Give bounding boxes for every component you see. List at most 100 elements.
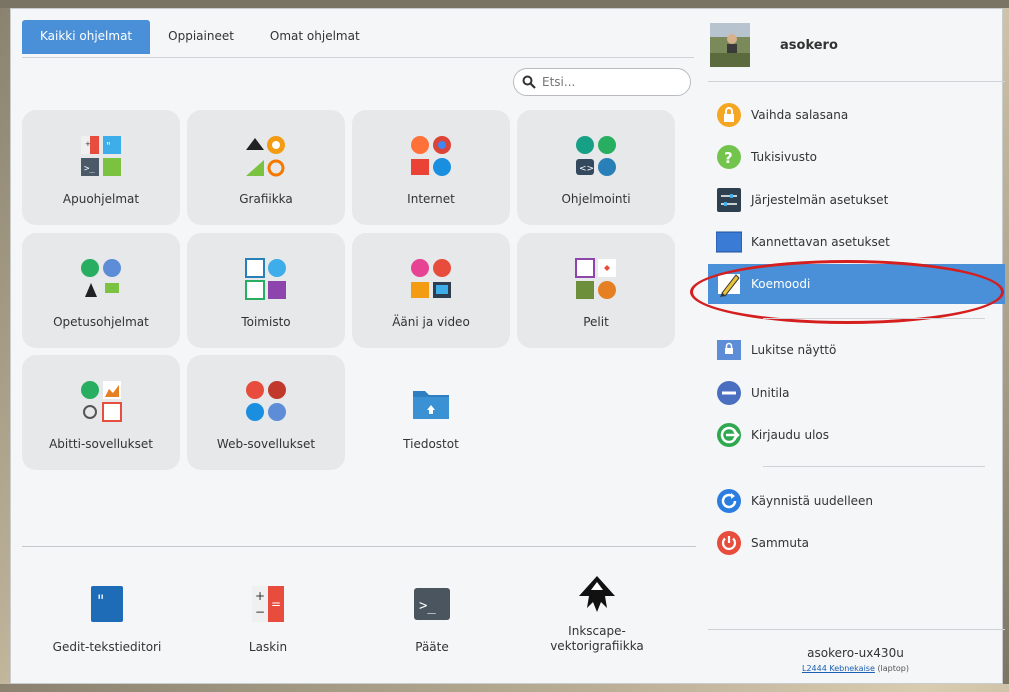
tab-subjects[interactable]: Oppiaineet [150,20,252,54]
favorite-gedit[interactable]: " Gedit-tekstieditori [32,582,182,692]
accessories-icon: + " >_ [81,136,121,176]
abitti-icon [81,381,122,422]
category-label: Grafiikka [239,192,293,206]
user-separator [708,81,1005,82]
category-label: Pelit [583,315,609,329]
office-icon [245,258,286,300]
action-sleep[interactable]: Unitila [708,373,1005,413]
tab-all-programs[interactable]: Kaikki ohjelmat [22,20,151,54]
action-label: Kannettavan asetukset [751,235,890,249]
svg-text:": " [106,141,111,152]
action-label: Koemoodi [751,277,811,291]
search-icon [522,75,536,89]
inkscape-icon [579,576,615,612]
category-tile-audio-video[interactable]: Ääni ja video [352,233,510,348]
category-label: Abitti-sovellukset [49,437,153,451]
category-tile-graphics[interactable]: Grafiikka [187,110,345,225]
svg-text:>_: >_ [84,164,95,174]
action-support-site[interactable]: ? Tukisivusto [708,137,1005,177]
favorite-inkscape[interactable]: Inkscape- vektorigrafiikka [522,572,672,682]
action-separator [763,466,985,467]
graphics-icon [246,136,285,177]
favorite-label: Gedit-tekstieditori [52,640,162,654]
favorite-label: Laskin [248,640,288,654]
games-icon [575,258,616,299]
search-box[interactable] [513,68,691,96]
category-tile-web-apps[interactable]: Web-sovellukset [187,355,345,470]
svg-text:>_: >_ [419,598,436,614]
gedit-icon: " [91,586,123,622]
action-separator [763,318,985,319]
desktop-top-strip [0,0,1009,8]
restart-icon [717,489,741,513]
category-label: Web-sovellukset [216,437,316,451]
favorites-divider [22,546,696,547]
lock-icon [717,103,741,127]
education-icon [81,259,121,297]
action-label: Unitila [751,386,790,400]
category-label: Ääni ja video [392,315,470,329]
programming-icon: <> [576,136,616,176]
action-exam-mode[interactable]: Koemoodi [708,264,1005,304]
category-tile-accessories[interactable]: + " >_ Apuohjelmat [22,110,180,225]
system-settings-icon [717,188,741,212]
host-name: asokero-ux430u [807,646,904,660]
action-system-settings[interactable]: Järjestelmän asetukset [708,180,1005,220]
action-log-out[interactable]: Kirjaudu ulos [708,415,1005,455]
svg-text:?: ? [724,149,733,167]
action-shutdown[interactable]: Sammuta [708,523,1005,563]
action-label: Käynnistä uudelleen [751,494,874,508]
host-link[interactable]: L2444 Kebnekaise [802,664,875,673]
category-tile-games[interactable]: Pelit [517,233,675,348]
category-tile-education[interactable]: Opetusohjelmat [22,233,180,348]
action-label: Järjestelmän asetukset [751,193,889,207]
favorite-terminal[interactable]: >_ Pääte [357,582,507,692]
svg-text:<>: <> [579,164,594,174]
action-change-password[interactable]: Vaihda salasana [708,95,1005,135]
host-type: (laptop) [877,664,909,673]
category-tile-abitti[interactable]: Abitti-sovellukset [22,355,180,470]
svg-text:=: = [271,597,281,611]
tab-own-programs[interactable]: Omat ohjelmat [252,20,378,54]
lock-screen-icon [717,340,741,360]
terminal-icon: >_ [414,588,450,620]
logout-icon [717,423,741,447]
action-label: Lukitse näyttö [751,343,837,357]
action-label: Kirjaudu ulos [751,428,829,442]
web-apps-icon [246,381,286,421]
folder-icon [413,391,449,419]
category-tile-files[interactable]: Tiedostot [352,355,510,470]
action-label: Sammuta [751,536,810,550]
svg-text:+: + [255,589,265,603]
svg-text:+: + [85,140,91,148]
category-label: Tiedostot [403,437,459,451]
shutdown-icon [717,531,741,555]
category-tile-programming[interactable]: <> Ohjelmointi [517,110,675,225]
avatar[interactable] [710,23,750,67]
audio-video-icon [411,259,451,298]
help-icon: ? [717,145,741,169]
favorite-label-line2: vektorigrafiikka [550,639,644,653]
favorite-label: Inkscape- vektorigrafiikka [550,624,644,654]
category-label: Internet [407,192,455,206]
svg-text:": " [97,591,104,610]
favorite-label: Pääte [415,640,449,654]
action-restart[interactable]: Käynnistä uudelleen [708,481,1005,521]
host-info: L2444 Kebnekaise (laptop) [708,664,1003,673]
internet-icon [411,136,451,176]
calculator-icon: + − = [252,586,284,622]
favorite-calculator[interactable]: + − = Laskin [193,582,343,692]
action-label: Tukisivusto [751,150,817,164]
search-input[interactable] [540,74,674,90]
category-label: Apuohjelmat [62,192,140,206]
action-lock-screen[interactable]: Lukitse näyttö [708,330,1005,370]
action-label: Vaihda salasana [751,108,849,122]
exam-mode-icon [718,274,740,297]
action-laptop-settings[interactable]: Kannettavan asetukset [708,222,1005,262]
laptop-settings-icon [716,231,742,253]
category-tile-internet[interactable]: Internet [352,110,510,225]
user-name: asokero [780,38,838,53]
category-tile-office[interactable]: Toimisto [187,233,345,348]
category-label: Toimisto [241,315,291,329]
category-label: Opetusohjelmat [53,315,149,329]
